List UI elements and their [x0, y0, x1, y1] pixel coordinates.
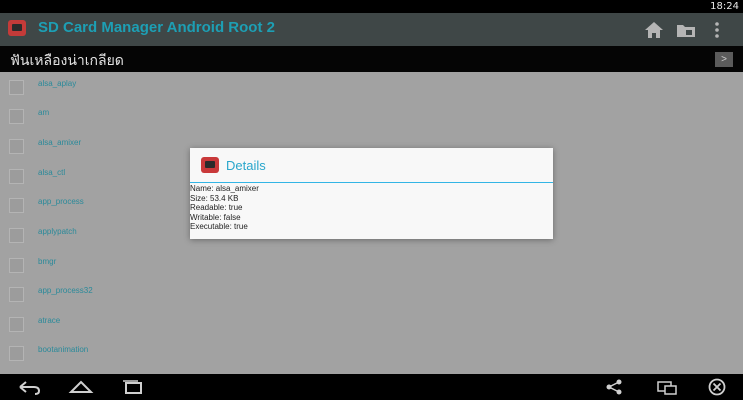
status-bar: 18:24: [0, 0, 743, 13]
file-name: alsa_amixer: [38, 138, 82, 147]
file-name: am: [38, 108, 50, 117]
app-icon: [201, 157, 219, 173]
path-forward-button[interactable]: >: [715, 52, 733, 67]
close-icon[interactable]: [706, 378, 728, 396]
detail-writable: Writable: false: [190, 212, 241, 222]
home-icon[interactable]: [68, 378, 94, 396]
current-path-label: ฟันเหลืองน่าเกลียด: [10, 52, 124, 68]
navigation-bar: [0, 374, 743, 400]
file-name: app_process: [38, 197, 84, 206]
file-name: alsa_aplay: [38, 79, 77, 88]
folder-icon[interactable]: [675, 20, 697, 40]
list-item[interactable]: am: [0, 101, 743, 130]
app-icon[interactable]: [8, 20, 26, 36]
page-indicator: [342, 66, 363, 79]
list-item[interactable]: app_process32: [0, 279, 743, 308]
file-icon: [9, 287, 24, 302]
dialog-title: Details: [226, 158, 266, 173]
file-icon: [9, 80, 24, 95]
file-icon: [9, 198, 24, 213]
file-name: alsa_ctl: [38, 168, 66, 177]
share-icon[interactable]: [604, 378, 624, 396]
file-icon: [9, 139, 24, 154]
detail-readable: Readable: true: [190, 203, 243, 213]
dialog-divider: [190, 182, 553, 183]
detail-executable: Executable: true: [190, 222, 248, 232]
list-item[interactable]: atrace: [0, 309, 743, 338]
app-title: SD Card Manager Android Root 2: [38, 19, 275, 36]
details-dialog: Details Name: alsa_amixer Size: 53.4 KB …: [190, 148, 553, 239]
file-icon: [9, 258, 24, 273]
file-name: applypatch: [38, 227, 77, 236]
back-icon[interactable]: [16, 378, 42, 396]
screen-icon[interactable]: [655, 378, 679, 396]
list-item[interactable]: bmgr: [0, 250, 743, 279]
home-icon[interactable]: [643, 20, 665, 40]
file-icon: [9, 317, 24, 332]
file-name: app_process32: [38, 286, 93, 295]
file-icon: [9, 109, 24, 124]
detail-size: Size: 53.4 KB: [190, 193, 239, 203]
list-item[interactable]: alsa_aplay: [0, 72, 743, 101]
file-name: bmgr: [38, 257, 57, 266]
list-item[interactable]: bootanimation: [0, 338, 743, 367]
dialog-body: Name: alsa_amixer Size: 53.4 KB Readable…: [190, 184, 551, 232]
file-name: bootanimation: [38, 345, 89, 354]
file-icon: [9, 346, 24, 361]
detail-name: Name: alsa_amixer: [190, 184, 259, 193]
recent-apps-icon[interactable]: [120, 378, 146, 396]
status-clock: 18:24: [710, 1, 739, 12]
file-icon: [9, 228, 24, 243]
overflow-menu-icon[interactable]: [710, 20, 724, 40]
path-bar: ฟันเหลืองน่าเกลียด >: [0, 46, 743, 72]
action-bar: SD Card Manager Android Root 2: [0, 13, 743, 46]
file-icon: [9, 169, 24, 184]
file-name: atrace: [38, 316, 61, 325]
